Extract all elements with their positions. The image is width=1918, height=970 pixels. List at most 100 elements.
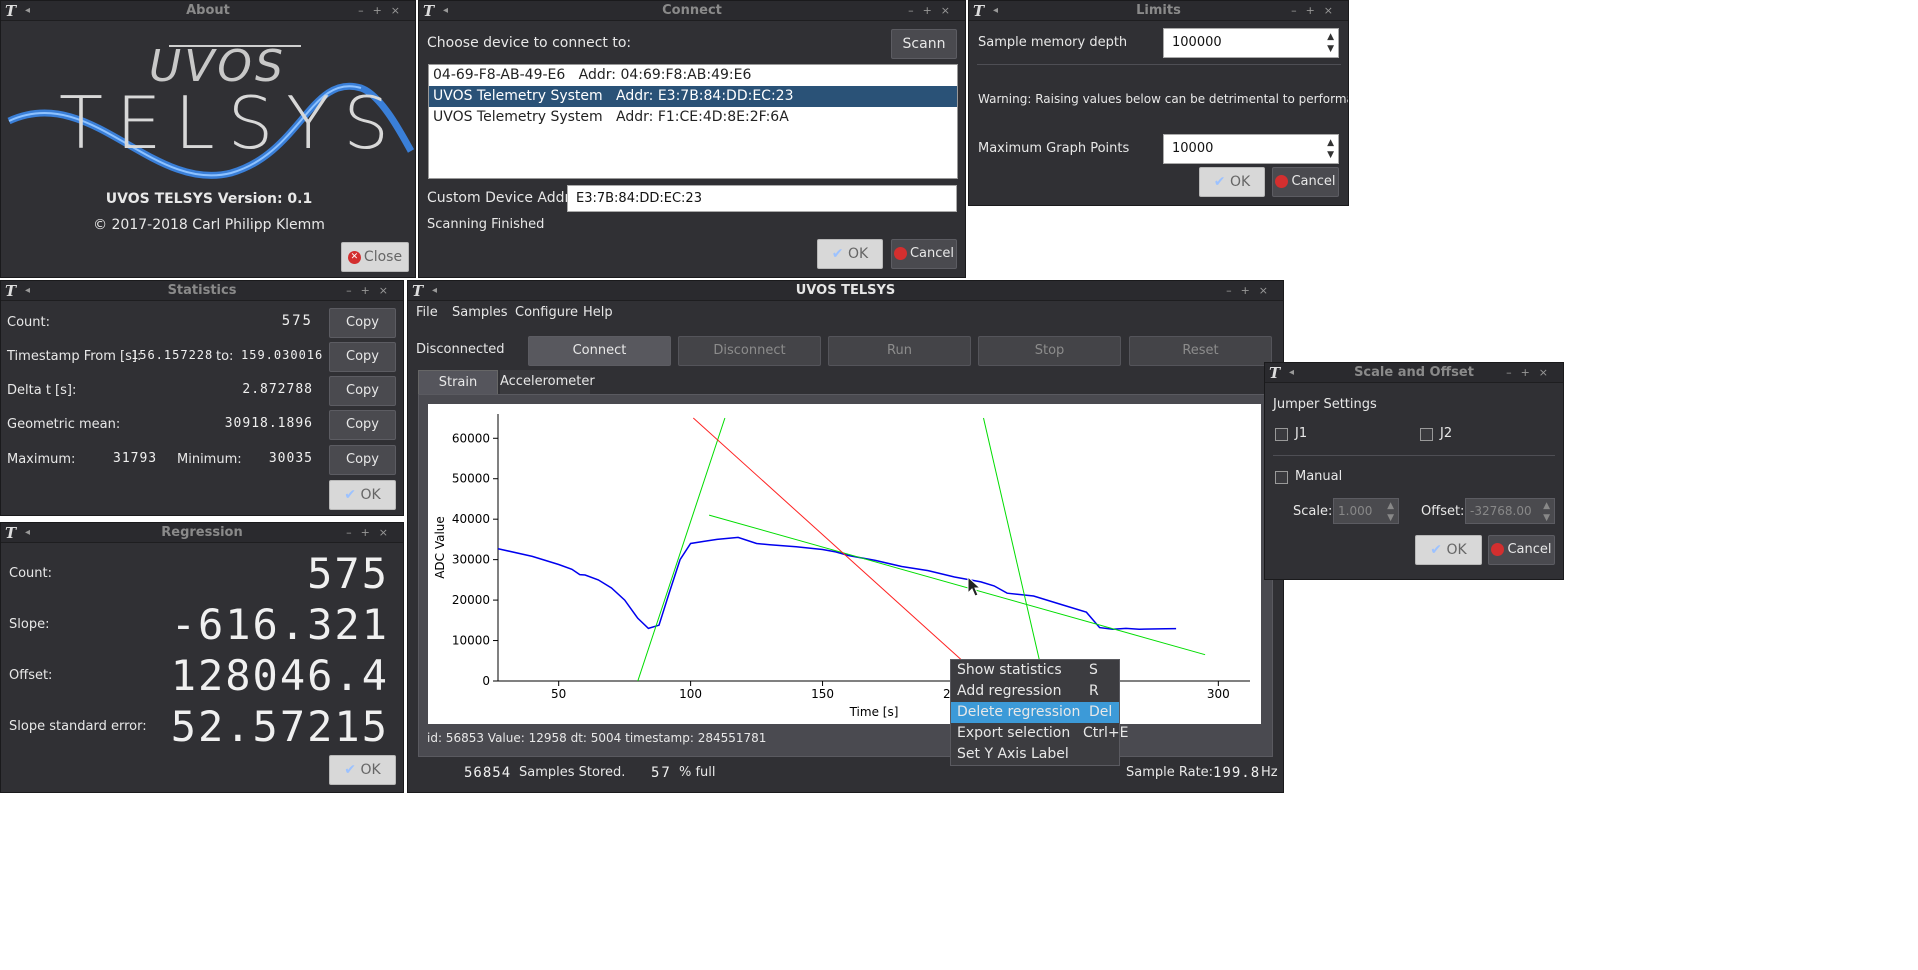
scale-offset-ok-button[interactable]: ✔ OK (1415, 535, 1482, 565)
check-icon: ✔ (831, 246, 848, 262)
scale-offset-cancel-button[interactable]: Cancel (1488, 535, 1555, 565)
window-controls[interactable]: –+× (346, 523, 397, 543)
spin-arrows-icon[interactable]: ▲ ▼ (1327, 31, 1334, 55)
menu-file[interactable]: File (416, 305, 438, 320)
connect-titlebar[interactable]: T ◂ Connect –+× (419, 1, 965, 21)
statistics-window: T ◂ Statistics –+× Count: 575 Copy Timestam… (0, 280, 404, 516)
connection-status: Disconnected (416, 342, 505, 357)
tab-accelerometer[interactable]: Accelerometer (500, 370, 595, 394)
connect-ok-button[interactable]: ✔ OK (817, 239, 883, 269)
scale-offset-titlebar[interactable]: T ◂ Scale and Offset –+× (1265, 363, 1563, 383)
version-text: UVOS TELSYS Version: 0.1 (105, 191, 313, 207)
menu-show-statistics[interactable]: Show statistics S (951, 660, 1119, 681)
connect-window: T ◂ Connect –+× Choose device to connect to… (418, 0, 966, 278)
manual-label: Manual (1295, 469, 1343, 484)
list-item[interactable]: UVOS Telemetry System Addr: F1:CE:4D:8E:… (429, 107, 957, 128)
disconnect-button[interactable]: Disconnect (678, 336, 821, 366)
menu-add-regression[interactable]: Add regression R (951, 681, 1119, 702)
limits-titlebar[interactable]: T ◂ Limits –+× (969, 1, 1348, 21)
j1-checkbox[interactable] (1275, 428, 1288, 441)
pin-icon[interactable]: ◂ (25, 1, 30, 21)
stat-timestamp-to: 159.030016 (241, 348, 324, 362)
menu-delete-regression[interactable]: Delete regression Del (951, 702, 1119, 723)
about-titlebar[interactable]: T ◂ About –+× (1, 1, 415, 21)
list-item-selected[interactable]: UVOS Telemetry System Addr: E3:7B:84:DD:… (429, 86, 957, 107)
copy-count-button[interactable]: Copy (329, 308, 396, 338)
pin-icon[interactable]: ◂ (993, 1, 998, 21)
window-controls[interactable]: –+× (358, 1, 409, 21)
menu-help[interactable]: Help (583, 305, 613, 320)
copy-min-max-button[interactable]: Copy (329, 445, 396, 475)
window-controls[interactable]: –+× (1226, 281, 1277, 301)
spin-arrows-icon[interactable]: ▲ ▼ (1387, 500, 1394, 524)
sample-rate-unit: Hz (1261, 765, 1278, 780)
copy-delta-button[interactable]: Copy (329, 376, 396, 406)
pin-icon[interactable]: ◂ (443, 1, 448, 21)
copyright-text: © 2017-2018 Carl Philipp Klemm (93, 217, 325, 233)
window-controls[interactable]: –+× (346, 281, 397, 301)
menu-set-y-axis-label[interactable]: Set Y Axis Label (951, 744, 1119, 765)
copy-geo-mean-button[interactable]: Copy (329, 410, 396, 440)
pin-icon[interactable]: ◂ (432, 281, 437, 301)
scale-spinbox[interactable]: 1.000 ▲ ▼ (1333, 498, 1399, 524)
max-graph-points-spinbox[interactable]: 10000 ▲ ▼ (1163, 134, 1339, 164)
connect-button[interactable]: Connect (528, 336, 671, 366)
spin-arrows-icon[interactable]: ▲ ▼ (1327, 137, 1334, 161)
reset-button[interactable]: Reset (1129, 336, 1272, 366)
y-tick-label: 10000 (452, 634, 490, 648)
run-button[interactable]: Run (828, 336, 971, 366)
copy-timestamp-button[interactable]: Copy (329, 342, 396, 372)
stat-maximum-value: 31793 (113, 451, 158, 466)
window-controls[interactable]: –+× (908, 1, 959, 21)
y-tick-label: 40000 (452, 512, 490, 526)
reg-slope-se-label: Slope standard error: (9, 719, 147, 734)
regression-ok-button[interactable]: ✔ OK (329, 755, 396, 785)
x-axis-label: Time [s] (849, 705, 899, 719)
limits-cancel-button[interactable]: Cancel (1272, 167, 1339, 197)
offset-spinbox[interactable]: -32768.00 ▲ ▼ (1465, 498, 1555, 524)
regression-line (692, 417, 963, 662)
stat-to-label: to: (216, 349, 234, 364)
tab-strain-gauge[interactable]: Strain Guage (418, 370, 498, 414)
main-titlebar[interactable]: T ◂ UVOS TELSYS –+× (408, 281, 1283, 301)
limits-window: T ◂ Limits –+× Sample memory depth 100000 ▲ ▼… (968, 0, 1349, 206)
statistics-titlebar[interactable]: T ◂ Statistics –+× (1, 281, 403, 301)
pin-icon[interactable]: ◂ (25, 523, 30, 543)
scan-button[interactable]: Scann (891, 29, 957, 59)
pin-icon[interactable]: ◂ (1289, 363, 1294, 383)
pin-icon[interactable]: ◂ (25, 281, 30, 301)
check-icon: ✔ (344, 762, 361, 778)
strain-gauge-chart[interactable]: 5010015020030001000020000300004000050000… (428, 404, 1261, 724)
reg-slope-value: -616.321 (170, 600, 389, 649)
connect-cancel-button[interactable]: Cancel (891, 239, 957, 269)
window-controls[interactable]: –+× (1291, 1, 1342, 21)
sample-info-line: id: 56853 Value: 12958 dt: 5004 timestam… (427, 731, 767, 745)
x-tick-label: 300 (1207, 687, 1230, 701)
stat-maximum-label: Maximum: (7, 452, 76, 467)
menu-export-selection[interactable]: Export selection Ctrl+E (951, 723, 1129, 744)
stop-button[interactable]: Stop (978, 336, 1121, 366)
statistics-ok-button[interactable]: ✔ OK (329, 480, 396, 510)
regression-titlebar[interactable]: T ◂ Regression –+× (1, 523, 403, 543)
stat-geo-mean-value: 30918.1896 (224, 416, 313, 431)
spin-arrows-icon[interactable]: ▲ ▼ (1543, 500, 1550, 524)
check-icon: ✔ (1430, 542, 1447, 558)
menu-samples[interactable]: Samples (452, 305, 508, 320)
reg-offset-label: Offset: (9, 668, 53, 683)
manual-checkbox[interactable] (1275, 471, 1288, 484)
menu-configure[interactable]: Configure (515, 305, 578, 320)
device-list[interactable]: 04-69-F8-AB-49-E6 Addr: 04:69:F8:AB:49:E… (428, 64, 958, 179)
check-icon: ✔ (1213, 174, 1230, 190)
about-close-button[interactable]: ✕ Close (341, 242, 409, 272)
cancel-icon (1491, 543, 1505, 556)
list-item[interactable]: 04-69-F8-AB-49-E6 Addr: 04:69:F8:AB:49:E… (429, 65, 957, 86)
j2-checkbox[interactable] (1420, 428, 1433, 441)
y-tick-label: 50000 (452, 472, 490, 486)
performance-warning: Warning: Raising values below can be det… (978, 92, 1349, 106)
memory-depth-spinbox[interactable]: 100000 ▲ ▼ (1163, 28, 1339, 58)
limits-ok-button[interactable]: ✔ OK (1199, 167, 1265, 197)
custom-address-input[interactable]: E3:7B:84:DD:EC:23 (567, 185, 957, 212)
regression-line (637, 417, 726, 681)
window-controls[interactable]: –+× (1506, 363, 1557, 383)
close-icon: ✕ (347, 250, 361, 264)
